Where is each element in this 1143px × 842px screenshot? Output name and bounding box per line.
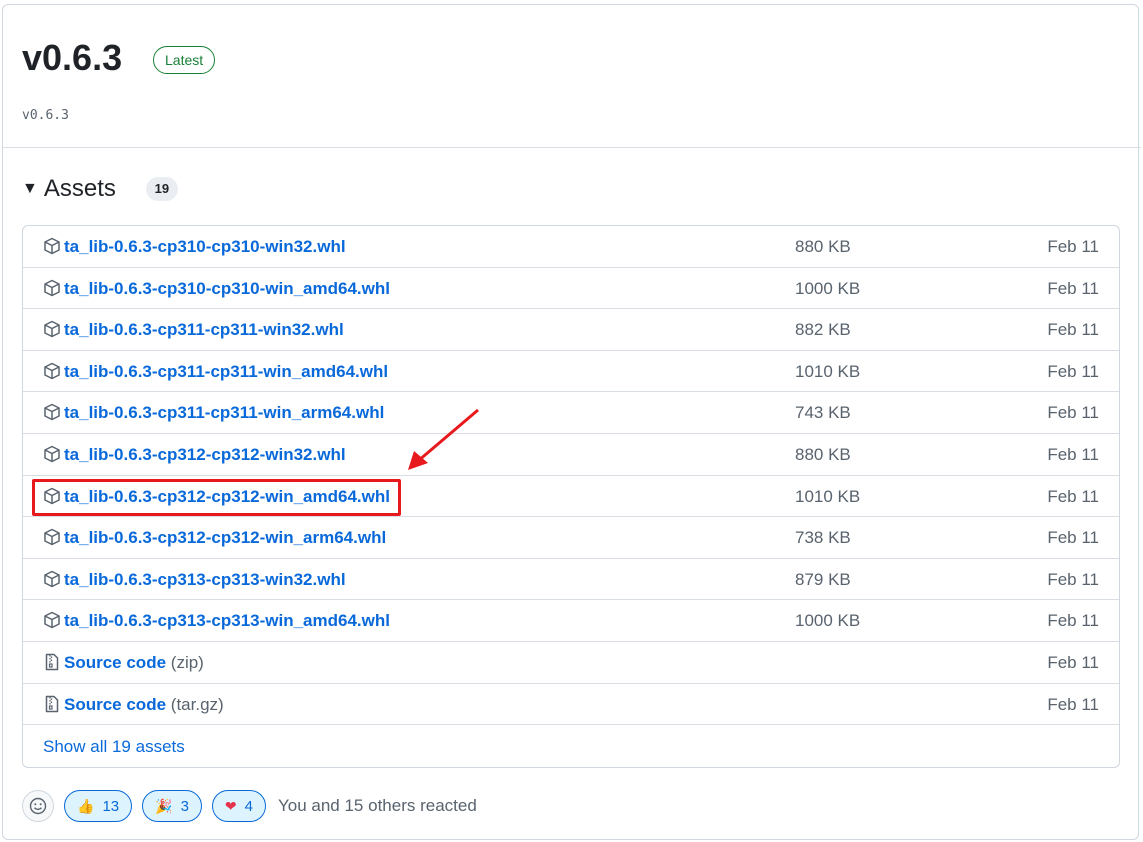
asset-name: ta_lib-0.6.3-cp313-cp313-win32.whl <box>64 569 346 589</box>
package-icon <box>43 403 61 421</box>
asset-size: 880 KB <box>795 444 851 464</box>
asset-name: ta_lib-0.6.3-cp310-cp310-win_amd64.whl <box>64 278 390 298</box>
asset-size: 880 KB <box>795 237 851 256</box>
asset-download-link[interactable]: ta_lib-0.6.3-cp312-cp312-win32.whl <box>64 434 346 475</box>
asset-size: 738 KB <box>795 528 851 548</box>
file-zip-icon <box>43 653 61 671</box>
asset-name: ta_lib-0.6.3-cp312-cp312-win_arm64.whl <box>64 528 387 548</box>
package-icon <box>43 362 61 380</box>
reaction-count: 3 <box>180 797 189 815</box>
asset-date: Feb 11 <box>1047 694 1099 714</box>
asset-row: ta_lib-0.6.3-cp313-cp313-win_amd64.whl 10… <box>23 600 1119 642</box>
package-icon <box>43 528 61 546</box>
asset-row: ta_lib-0.6.3-cp313-cp313-win32.whl 879 KB… <box>23 559 1119 601</box>
asset-row: ta_lib-0.6.3-cp312-cp312-win32.whl 880 KB… <box>23 434 1119 476</box>
asset-download-link[interactable]: Source code (zip) <box>64 642 204 683</box>
latest-badge: Latest <box>153 46 216 74</box>
asset-size: 882 KB <box>795 320 851 340</box>
asset-row: ta_lib-0.6.3-cp311-cp311-win_arm64.whl 74… <box>23 392 1119 434</box>
asset-size: 1010 KB <box>795 361 861 381</box>
add-reaction-button[interactable] <box>22 790 54 822</box>
asset-size: 1010 KB <box>795 486 861 506</box>
reaction-count: 13 <box>102 797 120 815</box>
asset-date: Feb 11 <box>1047 237 1099 256</box>
asset-suffix: (tar.gz) <box>170 694 224 714</box>
package-icon <box>43 611 61 629</box>
asset-download-link[interactable]: ta_lib-0.6.3-cp311-cp311-win_amd64.whl <box>64 351 388 392</box>
reactions-bar: 👍 13 🎉 3 ❤ 4 You and 15 others reacted <box>22 790 477 822</box>
package-icon <box>43 487 61 505</box>
assets-title: Assets <box>43 175 116 202</box>
asset-name: Source code <box>64 652 167 672</box>
asset-date: Feb 11 <box>1047 278 1099 298</box>
divider <box>2 147 1141 148</box>
asset-row: ta_lib-0.6.3-cp310-cp310-win32.whl 880 KB… <box>23 226 1119 268</box>
asset-download-link[interactable]: Source code (tar.gz) <box>64 684 224 725</box>
asset-row: Source code (zip) Feb 11 <box>23 642 1119 684</box>
reactions-summary: You and 15 others reacted <box>277 796 477 815</box>
package-icon <box>43 445 61 463</box>
reaction-count: 4 <box>244 797 253 815</box>
asset-date: Feb 11 <box>1047 611 1099 631</box>
asset-date: Feb 11 <box>1047 444 1099 464</box>
asset-download-link[interactable]: ta_lib-0.6.3-cp311-cp311-win32.whl <box>64 309 344 350</box>
asset-date: Feb 11 <box>1047 569 1099 589</box>
asset-download-link[interactable]: ta_lib-0.6.3-cp311-cp311-win_arm64.whl <box>64 392 384 433</box>
reaction-button[interactable]: 🎉 3 <box>142 790 202 822</box>
asset-date: Feb 11 <box>1047 361 1099 381</box>
package-icon <box>43 237 61 255</box>
asset-size: 1000 KB <box>795 611 861 631</box>
smiley-icon <box>29 797 47 815</box>
asset-download-link[interactable]: ta_lib-0.6.3-cp313-cp313-win_amd64.whl <box>64 600 390 641</box>
package-icon <box>43 320 61 338</box>
asset-row: ta_lib-0.6.3-cp311-cp311-win_amd64.whl 10… <box>23 351 1119 393</box>
asset-size: 743 KB <box>795 403 851 423</box>
thumbs-up-icon: 👍 <box>77 797 95 814</box>
asset-name: ta_lib-0.6.3-cp310-cp310-win32.whl <box>64 237 346 256</box>
asset-name: ta_lib-0.6.3-cp311-cp311-win_arm64.whl <box>64 403 385 423</box>
asset-row: ta_lib-0.6.3-cp312-cp312-win_arm64.whl 73… <box>23 517 1119 559</box>
triangle-down-icon: ▼ <box>22 180 38 197</box>
asset-row: ta_lib-0.6.3-cp312-cp312-win_amd64.whl 10… <box>23 476 1119 518</box>
heart-icon: ❤ <box>224 797 237 814</box>
asset-name: ta_lib-0.6.3-cp311-cp311-win32.whl <box>64 320 344 340</box>
asset-row: ta_lib-0.6.3-cp311-cp311-win32.whl 882 KB… <box>23 309 1119 351</box>
asset-size: 879 KB <box>795 569 851 589</box>
asset-date: Feb 11 <box>1047 652 1099 672</box>
asset-name: Source code <box>64 694 167 714</box>
reaction-button[interactable]: 👍 13 <box>64 790 133 822</box>
asset-row: ta_lib-0.6.3-cp310-cp310-win_amd64.whl 10… <box>23 268 1119 310</box>
asset-download-link[interactable]: ta_lib-0.6.3-cp310-cp310-win_amd64.whl <box>64 268 390 309</box>
asset-suffix: (zip) <box>170 652 204 672</box>
asset-download-link[interactable]: ta_lib-0.6.3-cp310-cp310-win32.whl <box>64 226 346 267</box>
asset-download-link[interactable]: ta_lib-0.6.3-cp312-cp312-win_arm64.whl <box>64 517 386 558</box>
file-zip-icon <box>43 695 61 713</box>
tag-name: v0.6.3 <box>22 108 69 123</box>
asset-name: ta_lib-0.6.3-cp311-cp311-win_amd64.whl <box>64 361 389 381</box>
asset-size: 1000 KB <box>795 278 861 298</box>
asset-name: ta_lib-0.6.3-cp312-cp312-win32.whl <box>64 444 346 464</box>
show-all-assets-link[interactable]: Show all 19 assets <box>43 736 185 758</box>
asset-name: ta_lib-0.6.3-cp313-cp313-win_amd64.whl <box>64 611 390 631</box>
asset-date: Feb 11 <box>1047 403 1099 423</box>
asset-date: Feb 11 <box>1047 486 1099 506</box>
asset-download-link[interactable]: ta_lib-0.6.3-cp313-cp313-win32.whl <box>64 559 346 600</box>
package-icon <box>43 570 61 588</box>
assets-count-badge: 19 <box>145 177 178 201</box>
package-icon <box>43 279 61 297</box>
release-title[interactable]: v0.6.3 <box>22 34 122 82</box>
party-popper-icon: 🎉 <box>155 797 173 814</box>
asset-row: Source code (tar.gz) Feb 11 <box>23 684 1119 726</box>
asset-date: Feb 11 <box>1047 320 1099 340</box>
assets-toggle[interactable]: ▼ Assets 19 <box>22 174 178 204</box>
assets-list: ta_lib-0.6.3-cp310-cp310-win32.whl 880 KB… <box>22 225 1120 768</box>
asset-download-link[interactable]: ta_lib-0.6.3-cp312-cp312-win_amd64.whl <box>64 476 390 517</box>
asset-date: Feb 11 <box>1047 528 1099 548</box>
reaction-button[interactable]: ❤ 4 <box>211 790 266 822</box>
asset-name: ta_lib-0.6.3-cp312-cp312-win_amd64.whl <box>64 486 390 506</box>
